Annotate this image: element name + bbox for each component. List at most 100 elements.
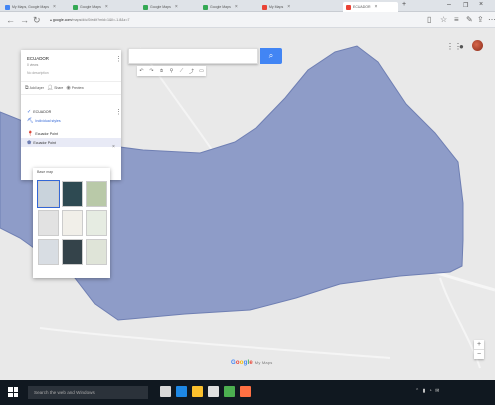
share-icon[interactable]: ⇪: [477, 14, 484, 26]
layer-section: ✓ ECUADOR ⛏︎ Individual styles 📍︎ Ecuador P…: [21, 107, 121, 147]
store-icon[interactable]: [208, 386, 219, 397]
base-map-picker: Base map: [33, 168, 110, 278]
more-icon[interactable]: ⋯: [488, 14, 495, 26]
base-map-thumb[interactable]: [62, 210, 83, 236]
map-search-input[interactable]: [128, 48, 258, 64]
close-icon[interactable]: ×: [112, 144, 115, 150]
base-map-thumb[interactable]: [37, 180, 60, 208]
base-map-grid: [37, 180, 107, 265]
close-icon[interactable]: ×: [287, 4, 290, 10]
hub-icon[interactable]: ≡: [454, 14, 459, 26]
browser-tab-active[interactable]: ECUADOR ×: [343, 2, 398, 12]
browser-tab[interactable]: Google Maps ×: [140, 2, 195, 12]
maximize-icon[interactable]: ❐: [463, 2, 468, 9]
browser-tab-strip: My Maps, Google Maps × Google Maps × Goo…: [0, 0, 495, 12]
notes-icon[interactable]: ✎: [466, 14, 473, 26]
polygon-icon: ⬟: [27, 139, 32, 146]
close-icon[interactable]: ×: [375, 4, 378, 10]
tab-label: My Maps: [269, 5, 284, 9]
close-icon[interactable]: ×: [105, 4, 108, 10]
tab-label: ECUADOR: [353, 5, 371, 9]
reading-view-icon[interactable]: ▯: [427, 14, 431, 26]
marker-icon[interactable]: ⚲: [167, 66, 176, 76]
base-map-thumb[interactable]: [38, 239, 59, 265]
app-icon[interactable]: [240, 386, 251, 397]
browser-tab[interactable]: My Maps ×: [259, 2, 314, 12]
url-path: /maps/d/u/0/edit?mid=1&ll=-1.8&z=7: [71, 18, 130, 22]
map-pin-icon: 📍︎: [27, 130, 34, 137]
base-map-thumb[interactable]: [62, 181, 83, 207]
base-map-thumb[interactable]: [38, 210, 59, 236]
system-tray[interactable]: ⌃ ▮ ◔ ✉: [415, 388, 440, 394]
tab-favicon: [346, 4, 351, 10]
forward-icon[interactable]: →: [20, 14, 29, 26]
redo-icon[interactable]: ↷: [147, 66, 156, 76]
map-options-kebab-icon[interactable]: ⋮: [115, 55, 122, 63]
app-icon[interactable]: [224, 386, 235, 397]
search-button[interactable]: ⌕: [260, 48, 282, 64]
task-view-icon[interactable]: [160, 386, 171, 397]
url-host: google.com: [52, 18, 72, 22]
tab-label: Google Maps: [150, 5, 171, 9]
tab-favicon: [203, 4, 208, 10]
windows-start-icon[interactable]: [8, 387, 18, 397]
notifications-icon[interactable]: ●: [459, 42, 464, 51]
tab-favicon: [5, 4, 10, 10]
browser-tab[interactable]: My Maps, Google Maps ×: [2, 2, 64, 12]
tab-favicon: [73, 4, 78, 10]
hand-icon[interactable]: ✋︎: [157, 66, 166, 76]
base-map-title: Base map: [37, 170, 54, 174]
windows-taskbar: Search the web and Windows ⌃ ▮ ◔ ✉: [0, 380, 495, 405]
map-legend-panel: ECUADOR ⋮ 0 views No description ⧉ Add la…: [21, 50, 122, 180]
minimize-icon[interactable]: –: [447, 1, 451, 8]
map-view-count: 0 views: [27, 63, 39, 67]
new-tab-icon[interactable]: +: [402, 1, 406, 8]
window-close-icon[interactable]: ×: [479, 1, 483, 8]
add-layer-button[interactable]: ⧉ Add layer: [25, 85, 44, 91]
ruler-icon[interactable]: ▭: [197, 66, 206, 76]
close-icon[interactable]: ×: [53, 4, 56, 10]
zoom-out-button[interactable]: −: [474, 349, 484, 359]
zoom-in-button[interactable]: +: [474, 340, 484, 349]
tab-favicon: [143, 4, 148, 10]
edge-browser-icon[interactable]: [176, 386, 187, 397]
zoom-controls: + −: [474, 340, 484, 359]
close-icon[interactable]: ×: [175, 4, 178, 10]
map-description[interactable]: No description: [27, 71, 49, 75]
close-icon[interactable]: ×: [235, 4, 238, 10]
tab-label: Google Maps: [210, 5, 231, 9]
base-map-thumb[interactable]: [86, 239, 107, 265]
browser-tab[interactable]: Google Maps ×: [200, 2, 255, 12]
paint-roller-icon: ⛏︎: [27, 117, 34, 124]
map-title[interactable]: ECUADOR: [27, 56, 49, 61]
base-map-thumb[interactable]: [86, 181, 107, 207]
tab-favicon: [262, 4, 267, 10]
layer-style-link[interactable]: ⛏︎ Individual styles: [21, 116, 121, 125]
layer-header[interactable]: ✓ ECUADOR: [21, 107, 121, 116]
panel-actions: ⧉ Add layer 👤︎ Share ◉ Preview: [21, 81, 121, 95]
share-person-icon: 👤︎: [46, 85, 54, 91]
account-avatar[interactable]: [472, 40, 483, 51]
directions-icon[interactable]: ⤴: [187, 66, 196, 76]
base-map-thumb[interactable]: [62, 239, 83, 265]
reload-icon[interactable]: ↻: [33, 14, 41, 26]
back-icon[interactable]: ←: [6, 14, 15, 26]
drawing-toolbar: ↶ ↷ ✋︎ ⚲ ⟋ ⤴ ▭: [137, 66, 206, 76]
checkbox-checked-icon[interactable]: ✓: [27, 109, 31, 115]
undo-icon[interactable]: ↶: [137, 66, 146, 76]
browser-tab[interactable]: Google Maps ×: [70, 2, 132, 12]
list-item-selected[interactable]: ⬟ Ecuador Point: [21, 138, 121, 147]
list-item[interactable]: 📍︎ Ecuador Point: [21, 129, 121, 138]
favorite-star-icon[interactable]: ☆: [440, 14, 447, 26]
base-map-thumb[interactable]: [86, 210, 107, 236]
file-explorer-icon[interactable]: [192, 386, 203, 397]
preview-button[interactable]: ◉ Preview: [66, 85, 83, 91]
google-my-maps-logo: Google My Maps: [231, 360, 273, 366]
url-field[interactable]: 🔒︎ google.com/maps/d/u/0/edit?mid=1&ll=-…: [50, 15, 390, 25]
layer-options-kebab-icon[interactable]: ⋮: [115, 108, 122, 116]
layer-name: ECUADOR: [33, 109, 52, 114]
draw-line-icon[interactable]: ⟋: [177, 66, 186, 76]
share-button[interactable]: 👤︎ Share: [47, 85, 63, 91]
taskbar-search-input[interactable]: Search the web and Windows: [28, 386, 148, 399]
tab-label: My Maps, Google Maps: [12, 5, 49, 9]
